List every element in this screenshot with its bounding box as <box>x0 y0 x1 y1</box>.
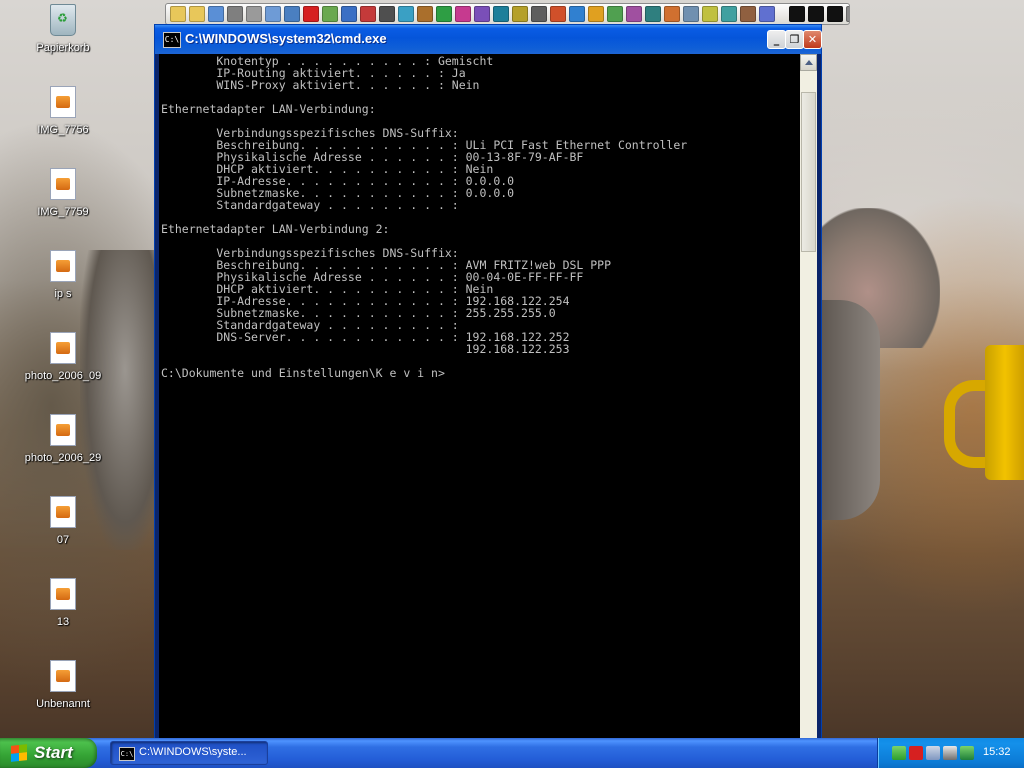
console-area[interactable]: Knotentyp . . . . . . . . . . : Gemischt… <box>159 54 800 738</box>
start-button[interactable]: Start <box>0 738 97 768</box>
desktop-icon-label: IMG_7756 <box>37 124 89 136</box>
app-icon[interactable] <box>322 6 338 22</box>
desktop-icon[interactable]: photo_2006_09 <box>15 332 111 382</box>
wallpaper-cat-head <box>820 300 880 520</box>
app-icon[interactable] <box>626 6 642 22</box>
windows-logo-icon <box>11 744 27 762</box>
desktop-icon[interactable]: Unbenannt <box>15 660 111 710</box>
image-file-icon <box>50 414 76 446</box>
desktop-icon-label: ip s <box>54 288 72 300</box>
app-icon[interactable] <box>398 6 414 22</box>
desktop-icon-label: 13 <box>56 616 70 628</box>
app-icon[interactable] <box>474 6 490 22</box>
quick-launch-toolbar <box>165 3 850 25</box>
desktop-icon-label: IMG_7759 <box>37 206 89 218</box>
app-icon[interactable] <box>607 6 623 22</box>
console-output: Knotentyp . . . . . . . . . . : Gemischt… <box>161 54 688 380</box>
minimize-button[interactable]: _ <box>767 30 786 49</box>
ati-icon[interactable] <box>909 746 923 760</box>
app-icon[interactable] <box>550 6 566 22</box>
folder-icon[interactable] <box>170 6 186 22</box>
app-tray-icon[interactable] <box>960 746 974 760</box>
battery-icon[interactable] <box>892 746 906 760</box>
desktop-icon-label: photo_2006_09 <box>24 370 102 382</box>
image-file-icon <box>50 660 76 692</box>
desktop-icon[interactable]: 13 <box>15 578 111 628</box>
app-icon[interactable] <box>493 6 509 22</box>
paint-icon[interactable] <box>265 6 281 22</box>
app-icon[interactable] <box>360 6 376 22</box>
wave-icon[interactable] <box>789 6 805 22</box>
image-file-icon <box>50 332 76 364</box>
ati-icon[interactable] <box>303 6 319 22</box>
desktop-icon[interactable]: photo_2006_29 <box>15 414 111 464</box>
app-icon[interactable] <box>683 6 699 22</box>
app-icon[interactable] <box>341 6 357 22</box>
app-icon[interactable] <box>455 6 471 22</box>
network-icon[interactable] <box>926 746 940 760</box>
app-icon[interactable] <box>588 6 604 22</box>
desktop-icon[interactable]: IMG_7759 <box>15 168 111 218</box>
desktop-icon[interactable]: IMG_7756 <box>15 86 111 136</box>
image-file-icon <box>50 578 76 610</box>
desktop-icon[interactable]: 07 <box>15 496 111 546</box>
notepad-icon[interactable] <box>246 6 262 22</box>
window-title: C:\WINDOWS\system32\cmd.exe <box>185 31 387 46</box>
cmd-icon: C:\ <box>119 747 135 761</box>
system-tray: 15:32 <box>877 738 1024 768</box>
app-icon[interactable] <box>417 6 433 22</box>
app-icon[interactable] <box>531 6 547 22</box>
title-bar[interactable]: C:\ C:\WINDOWS\system32\cmd.exe _ ❐ ✕ <box>155 25 822 54</box>
image-file-icon <box>50 86 76 118</box>
desktop-icon-label: Papierkorb <box>36 42 90 54</box>
mail-icon[interactable] <box>227 6 243 22</box>
desktop-icon-label: photo_2006_29 <box>24 452 102 464</box>
app-icon[interactable] <box>759 6 775 22</box>
desktop-icon[interactable]: ip s <box>15 250 111 300</box>
app-icon[interactable] <box>512 6 528 22</box>
media-icon[interactable] <box>284 6 300 22</box>
image-file-icon <box>50 250 76 282</box>
cmd-window[interactable]: C:\ C:\WINDOWS\system32\cmd.exe _ ❐ ✕ Kn… <box>154 24 822 738</box>
wallpaper-mug <box>985 345 1024 480</box>
desktop: Papierkorb IMG_7756 IMG_7759ip s photo_2006… <box>0 0 1024 738</box>
desktop-icon-label: Unbenannt <box>36 698 90 710</box>
wave-icon[interactable] <box>808 6 824 22</box>
app-icon[interactable] <box>702 6 718 22</box>
close-button[interactable]: ✕ <box>803 30 822 49</box>
cmd-window-icon[interactable]: C:\ <box>163 32 181 48</box>
wave-icon[interactable] <box>827 6 843 22</box>
image-file-icon <box>50 168 76 200</box>
recycle-bin-icon <box>50 4 76 36</box>
start-label: Start <box>34 743 73 762</box>
app-icon[interactable] <box>740 6 756 22</box>
taskbar-button-label: C:\WINDOWS\syste... <box>139 746 247 758</box>
app-icon[interactable] <box>721 6 737 22</box>
taskbar: Start C:\ C:\WINDOWS\syste... 15:32 <box>0 738 1024 768</box>
app-icon[interactable] <box>569 6 585 22</box>
desktop-icon-label: 07 <box>56 534 70 546</box>
vertical-scrollbar[interactable] <box>800 54 817 738</box>
app-icon[interactable] <box>379 6 395 22</box>
clock[interactable]: 15:32 <box>983 746 1011 758</box>
maximize-button[interactable]: ❐ <box>785 30 804 49</box>
info-icon[interactable] <box>436 6 452 22</box>
monitor-icon[interactable] <box>943 746 957 760</box>
app-icon[interactable] <box>645 6 661 22</box>
image-file-icon <box>50 496 76 528</box>
scroll-up-arrow-icon[interactable] <box>800 54 817 71</box>
taskbar-button-cmd[interactable]: C:\ C:\WINDOWS\syste... <box>110 741 268 765</box>
app-icon[interactable] <box>664 6 680 22</box>
scrollbar-thumb[interactable] <box>801 92 816 252</box>
app-icon[interactable] <box>846 6 849 22</box>
folder-icon[interactable] <box>189 6 205 22</box>
desktop-icon[interactable]: Papierkorb <box>15 4 111 54</box>
explorer-icon[interactable] <box>208 6 224 22</box>
